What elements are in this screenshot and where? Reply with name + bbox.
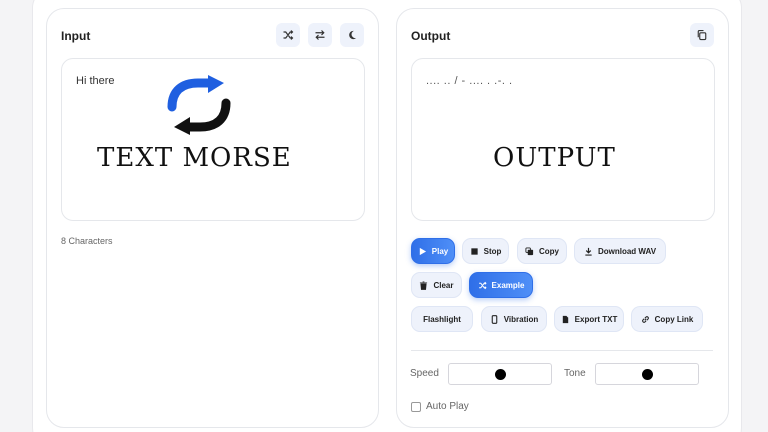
clear-label: Clear: [433, 280, 454, 290]
copy-link-label: Copy Link: [654, 314, 694, 324]
play-icon: [419, 247, 426, 255]
divider: [411, 350, 713, 351]
output-card: Output .... .. / - .... . .-. . OUTPUT P…: [396, 8, 729, 428]
export-label: Export TXT: [574, 314, 618, 324]
file-icon: [562, 315, 568, 323]
copy-small-icon: [525, 246, 534, 255]
flashlight-label: Flashlight: [423, 314, 461, 324]
example-label: Example: [491, 280, 525, 290]
input-text: Hi there: [76, 75, 115, 87]
input-textarea[interactable]: Hi there TEXT MORSE: [61, 58, 365, 221]
output-label: OUTPUT: [493, 143, 616, 173]
download-label: Download WAV: [597, 246, 657, 256]
speed-label: Speed: [410, 368, 439, 379]
tone-slider-knob[interactable]: [641, 369, 653, 380]
tone-slider[interactable]: [595, 363, 699, 385]
link-icon: [641, 315, 649, 323]
export-txt-button[interactable]: Export TXT: [554, 306, 624, 332]
vibration-button[interactable]: Vibration: [481, 306, 547, 332]
moon-icon: [349, 30, 357, 40]
phone-icon: [491, 314, 498, 324]
vibration-label: Vibration: [503, 314, 539, 324]
copy-output-button[interactable]: [690, 23, 714, 47]
auto-play-label: Auto Play: [426, 401, 469, 412]
copy-link-button[interactable]: Copy Link: [631, 306, 703, 332]
theme-toggle-button[interactable]: [340, 23, 364, 47]
stop-icon: [470, 247, 478, 255]
copy-icon: [697, 29, 707, 41]
trash-icon: [420, 281, 428, 290]
swap-button[interactable]: [308, 23, 332, 47]
shuffle-icon: [283, 30, 294, 40]
input-card: Input Hi there TEXT MORSE 8 Characters: [46, 8, 379, 428]
speed-slider-knob[interactable]: [494, 369, 506, 380]
example-button[interactable]: Example: [469, 272, 533, 298]
shuffle-button[interactable]: [276, 23, 300, 47]
text-morse-label: TEXT MORSE: [97, 143, 292, 173]
convert-arrows-icon: [167, 75, 231, 135]
speed-slider[interactable]: [448, 363, 552, 385]
output-title: Output: [411, 29, 451, 43]
morse-output: .... .. / - .... . .-. .: [426, 75, 513, 87]
download-wav-button[interactable]: Download WAV: [574, 238, 666, 264]
stop-button[interactable]: Stop: [462, 238, 509, 264]
clear-button[interactable]: Clear: [411, 272, 462, 298]
copy-button[interactable]: Copy: [517, 238, 567, 264]
input-title: Input: [61, 29, 91, 43]
copy-label: Copy: [539, 246, 559, 256]
character-count: 8 Characters: [61, 236, 113, 246]
download-icon: [585, 247, 592, 256]
flashlight-button[interactable]: Flashlight: [411, 306, 473, 332]
auto-play-checkbox[interactable]: [411, 402, 421, 412]
tone-label: Tone: [564, 368, 586, 379]
play-label: Play: [431, 246, 449, 256]
swap-icon: [315, 30, 325, 40]
shuffle-small-icon: [478, 281, 487, 289]
output-textarea[interactable]: .... .. / - .... . .-. . OUTPUT: [411, 58, 715, 221]
stop-label: Stop: [483, 246, 502, 256]
play-button[interactable]: Play: [411, 238, 455, 264]
